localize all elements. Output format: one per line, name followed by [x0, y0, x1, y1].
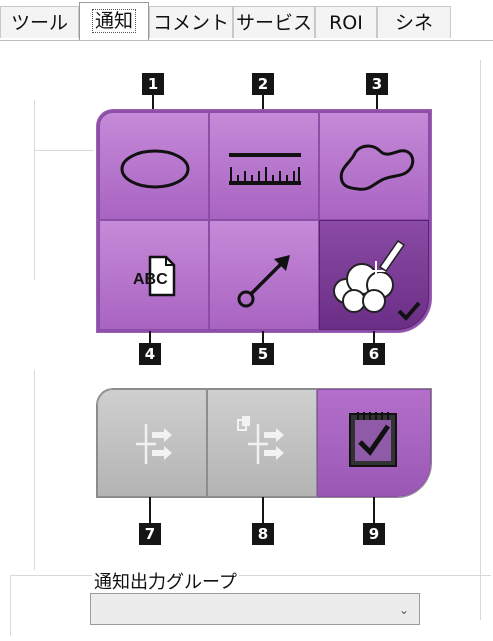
frame-line — [34, 150, 94, 151]
callout-7: 7 — [139, 523, 161, 545]
callout-5: 5 — [252, 343, 274, 365]
callout-leader — [373, 497, 375, 523]
callout-leader — [149, 331, 151, 343]
callout-leader — [149, 497, 151, 523]
frame-line — [34, 370, 35, 570]
text-button[interactable]: ABC — [99, 220, 209, 330]
freehand-icon — [339, 144, 415, 191]
tab-bar: ツール 通知 コメント サービス ROI シネ — [0, 0, 493, 41]
notes-button[interactable] — [317, 389, 431, 497]
callout-9: 9 — [363, 523, 385, 545]
tab-notification[interactable]: 通知 — [79, 2, 149, 40]
tab-service[interactable]: サービス — [233, 6, 315, 38]
text-abc-icon: ABC — [133, 255, 176, 297]
callout-8: 8 — [252, 523, 274, 545]
ruler-icon — [229, 153, 301, 185]
tab-cine[interactable]: シネ — [377, 6, 451, 38]
text-abc-label: ABC — [133, 271, 168, 288]
copy-step-icon — [237, 416, 284, 464]
output-group-label: 通知出力グループ — [92, 568, 239, 594]
callout-6: 6 — [363, 343, 385, 365]
cloud-annotation-button[interactable] — [319, 220, 429, 330]
arrow-icon — [237, 255, 290, 308]
ellipse-icon — [120, 149, 190, 189]
callout-leader — [373, 331, 375, 343]
callout-4: 4 — [139, 343, 161, 365]
callout-leader — [262, 497, 264, 523]
callout-leader — [262, 331, 264, 343]
frame-line — [480, 60, 481, 620]
step-icon — [136, 424, 172, 464]
callout-3: 3 — [366, 73, 388, 95]
ellipse-button[interactable] — [99, 112, 209, 220]
ruler-button[interactable] — [209, 112, 319, 220]
output-group-select[interactable]: ⌄ — [90, 593, 420, 625]
callout-1: 1 — [142, 73, 164, 95]
tab-comment[interactable]: コメント — [149, 6, 233, 38]
copy-step-button[interactable] — [207, 389, 317, 497]
cine-tools-panel — [97, 389, 431, 497]
tab-roi[interactable]: ROI — [315, 6, 377, 38]
chevron-down-icon: ⌄ — [398, 603, 409, 617]
callout-2: 2 — [252, 73, 274, 95]
notepad-check-icon — [349, 412, 397, 467]
tab-notification-label: 通知 — [91, 9, 136, 33]
arrow-button[interactable] — [209, 220, 319, 330]
checkmark-icon — [397, 301, 421, 321]
tab-tools[interactable]: ツール — [0, 6, 79, 38]
step-button[interactable] — [97, 389, 207, 497]
freehand-button[interactable] — [319, 112, 429, 220]
frame-line — [34, 100, 35, 280]
